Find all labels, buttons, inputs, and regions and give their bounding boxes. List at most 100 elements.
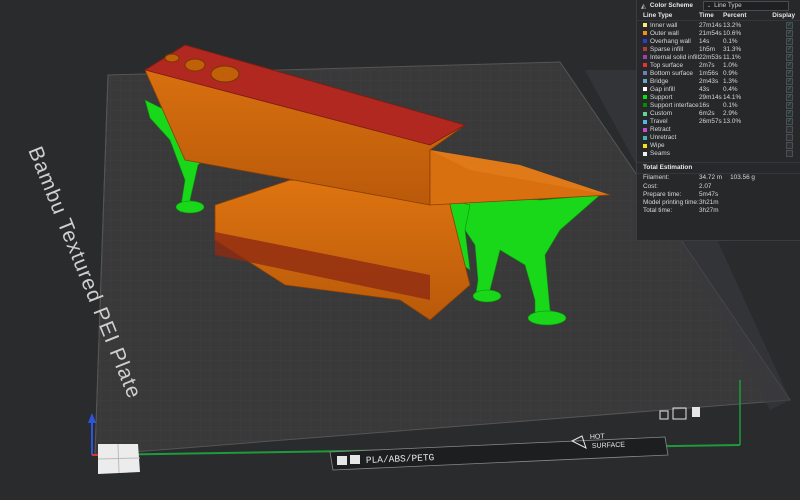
line-type-percent: 13.0%: [723, 118, 742, 126]
legend-row: Support interface 16s 0.1% ✓: [637, 101, 800, 109]
legend-line-type: Bridge: [643, 78, 699, 85]
line-type-time: 14s: [699, 37, 710, 45]
legend-row: Outer wall 21m54s 10.6% ✓: [637, 29, 800, 37]
model-time-row: Model printing time: 3h21m: [637, 198, 800, 206]
filament-weight: 103.56 g: [730, 174, 755, 182]
legend-line-type: Retract: [643, 126, 699, 133]
legend-line-type: Top surface: [643, 62, 699, 69]
legend-row: Wipe: [637, 142, 800, 150]
legend-line-type: Custom: [643, 110, 699, 117]
line-type-percent: 11.1%: [723, 53, 741, 61]
prepare-label: Prepare time:: [643, 190, 682, 198]
line-type-name: Seams: [650, 150, 670, 158]
legend-row: Seams: [637, 150, 800, 158]
display-checkbox[interactable]: [786, 142, 793, 150]
legend-line-type: Inner wall: [643, 22, 699, 29]
legend-line-type: Overhang wall: [643, 38, 699, 45]
legend-row: Internal solid infill 22m53s 11.1% ✓: [637, 53, 800, 61]
color-swatch: [643, 55, 647, 60]
cost-row: Cost: 2.07: [637, 182, 800, 190]
color-scheme-title: Color Scheme: [649, 2, 693, 9]
legend-row: Top surface 2m7s 1.0% ✓: [637, 61, 800, 69]
display-checkbox[interactable]: ✓: [786, 21, 793, 29]
line-type-name: Inner wall: [650, 21, 678, 29]
legend-row: Unretract: [637, 134, 800, 142]
color-swatch: [643, 111, 647, 116]
legend-line-type: Gap infill: [643, 86, 699, 93]
cost-label: Cost:: [643, 182, 658, 190]
display-checkbox[interactable]: ✓: [786, 29, 793, 37]
legend-row: Custom 6m2s 2.9% ✓: [637, 110, 800, 118]
color-swatch: [643, 31, 647, 36]
color-swatch: [643, 151, 647, 156]
display-checkbox[interactable]: [786, 150, 793, 158]
display-checkbox[interactable]: ✓: [786, 45, 793, 53]
line-type-time: 2m7s: [699, 61, 715, 69]
display-checkbox[interactable]: ✓: [786, 110, 793, 118]
model-time-label: Model printing time:: [643, 198, 699, 206]
line-type-name: Internal solid infill: [649, 53, 699, 61]
color-swatch: [643, 87, 647, 92]
display-checkbox[interactable]: ✓: [786, 101, 793, 109]
color-swatch: [643, 119, 647, 124]
line-type-percent: 14.1%: [723, 93, 742, 101]
color-swatch: [643, 63, 647, 68]
line-type-percent: 0.1%: [723, 101, 738, 109]
color-swatch: [643, 135, 647, 140]
cost-value: 2.07: [699, 182, 712, 190]
chevron-down-icon: ⌄: [706, 2, 712, 9]
filament-label: Filament:: [643, 174, 670, 182]
legend-row: Travel 26m57s 13.0% ✓: [637, 118, 800, 126]
hot-label: HOT: [590, 433, 606, 441]
line-type-name: Support: [650, 93, 673, 101]
line-type-percent: 2.9%: [723, 110, 738, 118]
line-type-name: Travel: [650, 118, 668, 126]
line-type-percent: 0.4%: [723, 85, 738, 93]
total-estimation-title: Total Estimation: [637, 161, 800, 174]
display-checkbox[interactable]: [786, 126, 793, 134]
line-type-name: Bottom surface: [650, 69, 693, 77]
color-swatch: [643, 39, 647, 44]
color-scheme-select[interactable]: ⌄ Line Type: [702, 0, 789, 11]
line-type-name: Overhang wall: [650, 37, 691, 45]
line-type-name: Custom: [650, 110, 673, 118]
line-type-name: Sparse infill: [650, 45, 684, 53]
display-checkbox[interactable]: ✓: [786, 93, 793, 101]
legend-line-type: Unretract: [643, 134, 699, 141]
color-swatch: [643, 79, 647, 84]
line-type-time: 22m53s: [699, 53, 722, 61]
display-checkbox[interactable]: ✓: [786, 53, 793, 61]
filament-length: 34.72 m: [699, 174, 723, 182]
color-swatch: [643, 71, 647, 76]
display-checkbox[interactable]: ✓: [786, 85, 793, 93]
legend-row: Bridge 2m43s 1.3% ✓: [637, 77, 800, 85]
legend-line-type: Travel: [643, 118, 699, 125]
total-time-label: Total time:: [643, 207, 673, 215]
line-type-time: 1m56s: [699, 69, 719, 77]
legend-row: Retract: [637, 126, 800, 134]
legend-row: Bottom surface 1m56s 0.9% ✓: [637, 69, 800, 77]
legend-line-type: Sparse infill: [643, 46, 699, 53]
line-type-time: 27m14s: [699, 21, 722, 29]
line-type-time: 6m2s: [699, 110, 715, 118]
color-scheme-value: Line Type: [714, 2, 742, 9]
filament-row: Filament: 34.72 m 103.56 g: [637, 174, 800, 182]
display-checkbox[interactable]: ✓: [786, 37, 793, 45]
display-checkbox[interactable]: ✓: [786, 118, 793, 126]
line-type-time: 26m57s: [699, 118, 722, 126]
display-checkbox[interactable]: ✓: [786, 77, 793, 85]
legend-row: Gap infill 43s 0.4% ✓: [637, 85, 800, 93]
legend-icon: ◭: [641, 2, 646, 10]
line-type-name: Retract: [650, 126, 671, 134]
line-type-name: Bridge: [650, 77, 669, 85]
col-time: Time: [699, 12, 714, 19]
display-checkbox[interactable]: ✓: [786, 69, 793, 77]
line-type-percent: 10.6%: [723, 29, 742, 37]
total-time-row: Total time: 3h27m: [637, 207, 800, 215]
display-checkbox[interactable]: ✓: [786, 61, 793, 69]
legend-line-type: Support: [643, 94, 699, 101]
display-checkbox[interactable]: [786, 134, 793, 142]
line-type-name: Gap infill: [650, 85, 675, 93]
color-scheme-header: ◭ Color Scheme ⌄ Line Type: [637, 0, 800, 11]
legend-line-type: Wipe: [643, 142, 699, 149]
